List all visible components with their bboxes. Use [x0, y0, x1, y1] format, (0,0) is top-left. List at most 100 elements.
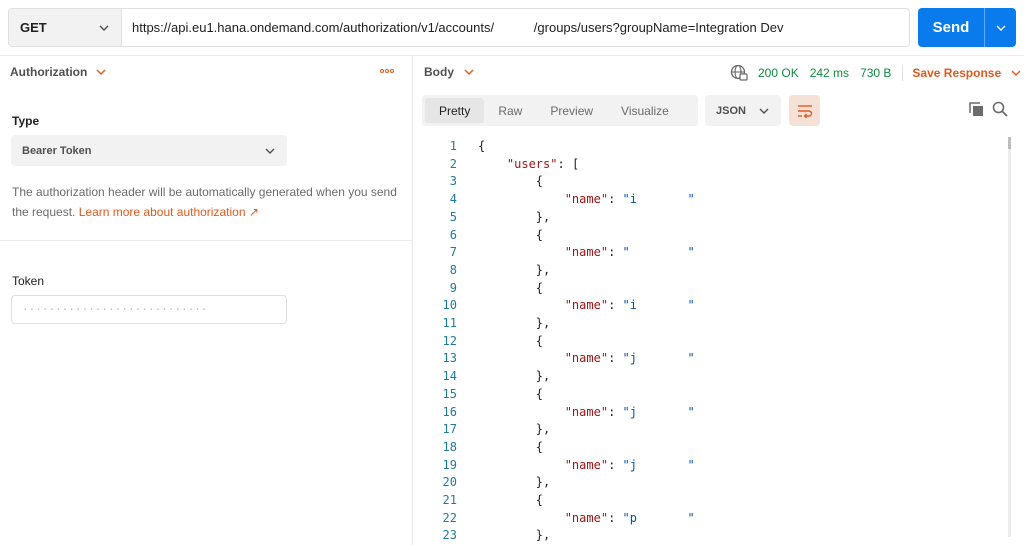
line-number: 18 [442, 439, 457, 454]
send-button[interactable]: Send [918, 8, 984, 47]
tab-preview[interactable]: Preview [536, 98, 607, 123]
code-line: 13 "name": "j " [414, 349, 1014, 367]
wrap-lines-button[interactable] [789, 95, 820, 126]
line-number: 17 [442, 422, 457, 437]
code-text: }, [478, 262, 551, 277]
code-line: 6 { [414, 226, 1014, 244]
method-label: GET [20, 20, 47, 35]
request-bar: GET https://api.eu1.hana.ondemand.com/au… [8, 8, 910, 47]
chevron-down-icon [99, 25, 109, 31]
auth-description: The authorization header will be automat… [12, 182, 407, 222]
token-value: ···························· [22, 303, 208, 316]
line-number: 2 [449, 156, 457, 171]
code-text: "name": " " [564, 245, 695, 260]
code-line: 11 }, [414, 314, 1014, 332]
response-size[interactable]: 730 B [860, 66, 891, 80]
code-text: { [478, 280, 544, 295]
line-number: 19 [442, 457, 457, 472]
url-input[interactable]: https://api.eu1.hana.ondemand.com/author… [122, 9, 909, 46]
line-number: 22 [442, 510, 457, 525]
code-text: { [478, 227, 544, 242]
line-number: 5 [449, 209, 457, 224]
line-number: 8 [449, 262, 457, 277]
send-button-group: Send [918, 8, 1016, 47]
line-number: 11 [442, 316, 457, 330]
code-line: 23 }, [414, 526, 1014, 544]
body-tab-label: Body [424, 65, 454, 79]
line-number: 15 [442, 386, 457, 401]
wrap-lines-icon [797, 104, 812, 118]
code-line: 12 { [414, 332, 1014, 350]
code-line: 3 { [414, 172, 1014, 190]
tab-pretty[interactable]: Pretty [425, 98, 485, 123]
copy-icon[interactable] [969, 102, 984, 117]
line-number: 12 [442, 333, 457, 348]
response-time[interactable]: 242 ms [810, 66, 849, 80]
code-line: 9 { [414, 279, 1014, 297]
code-text: { [478, 493, 544, 507]
line-number: 7 [449, 245, 457, 260]
learn-more-link[interactable]: Learn more about authorization ↗ [79, 205, 259, 219]
code-line: 1{ [414, 137, 1014, 155]
code-line: 17 }, [414, 420, 1014, 438]
code-line: 8 }, [414, 261, 1014, 279]
code-text: { [478, 174, 544, 189]
token-label: Token [12, 274, 45, 288]
code-text: }, [478, 209, 551, 224]
code-text: "name": "j " [564, 404, 695, 419]
auth-type-select[interactable]: Bearer Token [11, 135, 287, 166]
chevron-down-icon [96, 69, 106, 75]
method-select[interactable]: GET [9, 9, 122, 46]
editor-scrollbar-thumb[interactable] [1008, 137, 1011, 149]
code-line: 10 "name": "i " [414, 296, 1014, 314]
search-icon[interactable] [992, 101, 1008, 117]
body-tab[interactable]: Body [424, 65, 474, 79]
code-line: 18 { [414, 438, 1014, 456]
response-body-editor[interactable]: 1{2 "users": [3 {4 "name": "i " 5 }, 6 {7 … [414, 136, 1014, 545]
authorization-tab-label: Authorization [10, 65, 88, 79]
code-line: 7 "name": " " [414, 243, 1014, 261]
code-text: "name": "i " [564, 298, 695, 313]
url-text: https://api.eu1.hana.ondemand.com/author… [132, 20, 784, 35]
code-text: { [478, 333, 544, 348]
code-text: "users": [ [506, 156, 580, 171]
editor-scrollbar[interactable] [1008, 137, 1011, 537]
code-line: 16 "name": "j " [414, 403, 1014, 421]
line-number: 3 [449, 174, 457, 189]
token-input[interactable]: ···························· [11, 295, 287, 324]
more-options-icon[interactable] [380, 69, 394, 73]
code-text: }, [478, 475, 551, 490]
line-number: 6 [449, 227, 457, 242]
line-number: 20 [442, 475, 457, 490]
request-panel: Authorization Type Bearer Token The auth… [0, 56, 413, 545]
send-options-button[interactable] [984, 8, 1016, 47]
format-value: JSON [716, 104, 746, 117]
code-line: 5 }, [414, 208, 1014, 226]
code-line: 14 }, [414, 367, 1014, 385]
line-number: 23 [442, 528, 457, 543]
auth-type-value: Bearer Token [22, 144, 92, 157]
globe-icon[interactable] [730, 64, 748, 82]
line-number: 10 [442, 298, 457, 313]
authorization-tab[interactable]: Authorization [10, 65, 106, 79]
code-text: }, [478, 316, 551, 330]
format-select[interactable]: JSON [705, 95, 781, 126]
type-label: Type [12, 114, 40, 128]
code-line: 15 { [414, 385, 1014, 403]
code-line: 4 "name": "i " [414, 190, 1014, 208]
code-line: 20 }, [414, 473, 1014, 491]
code-line: 22 "name": "p " [414, 509, 1014, 527]
code-text: { [478, 439, 544, 454]
tab-raw[interactable]: Raw [484, 98, 536, 123]
chevron-down-icon [464, 69, 474, 75]
chevron-down-icon [265, 148, 275, 154]
status-code[interactable]: 200 OK [758, 66, 799, 80]
line-number: 14 [442, 369, 457, 384]
save-response-button[interactable]: Save Response [912, 66, 1021, 80]
code-text: { [478, 386, 544, 401]
line-number: 4 [449, 192, 457, 207]
code-text: { [478, 139, 486, 153]
tab-visualize[interactable]: Visualize [607, 98, 683, 123]
line-number: 9 [449, 280, 457, 295]
code-text: }, [478, 528, 551, 543]
